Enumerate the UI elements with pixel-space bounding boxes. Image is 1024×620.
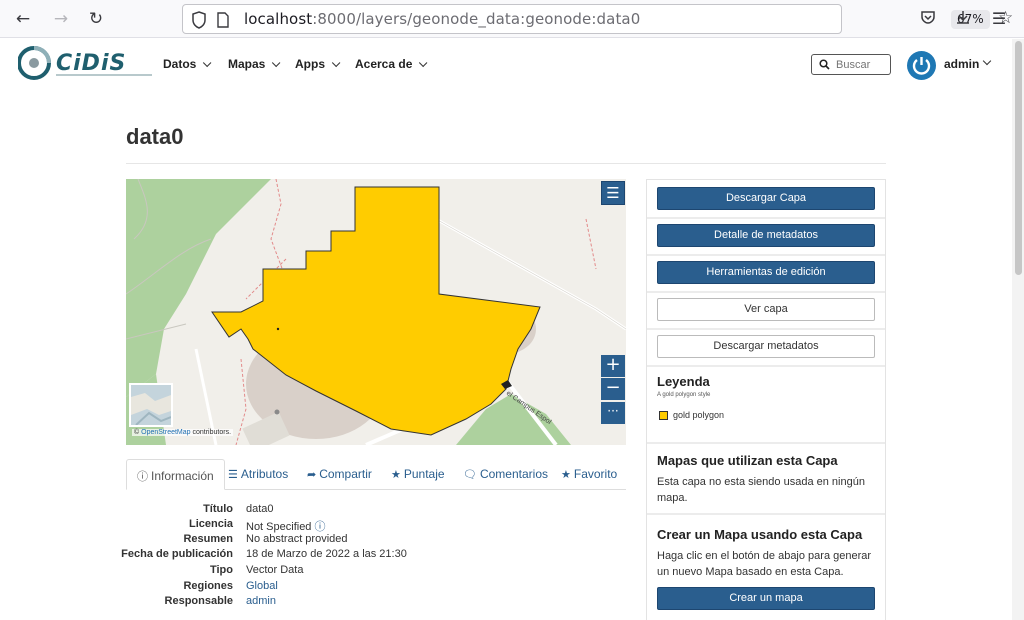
legend-item-label: gold polygon bbox=[673, 410, 725, 420]
pocket-icon[interactable] bbox=[918, 9, 938, 29]
download-metadata-button[interactable]: Descargar metadatos bbox=[657, 335, 875, 358]
tab-favorito[interactable]: ★ Favorito bbox=[561, 459, 617, 490]
divider bbox=[126, 163, 886, 164]
chevron-down-icon[interactable] bbox=[982, 56, 992, 66]
menu-acerca-de[interactable]: Acerca de bbox=[355, 57, 428, 71]
search-box[interactable] bbox=[811, 54, 891, 75]
info-row-tipo: Tipo Vector Data bbox=[209, 564, 304, 576]
create-map-button[interactable]: Crear un mapa bbox=[657, 587, 875, 610]
menu-mapas[interactable]: Mapas bbox=[228, 57, 281, 71]
info-row-resumen: Resumen No abstract provided bbox=[183, 533, 348, 545]
scrollbar-thumb[interactable] bbox=[1015, 41, 1022, 275]
metadata-detail-button[interactable]: Detalle de metadatos bbox=[657, 224, 875, 247]
legend-subtitle: A gold polygon style bbox=[657, 392, 711, 398]
site-navbar: CiDiS Datos Mapas Apps Acerca de admin bbox=[0, 39, 1010, 89]
chevron-down-icon bbox=[272, 58, 281, 68]
basemap-switcher-thumbnail[interactable] bbox=[129, 383, 173, 427]
chevron-down-icon bbox=[203, 58, 212, 68]
divider bbox=[647, 365, 885, 367]
legend-swatch bbox=[659, 411, 668, 420]
downloads-icon[interactable] bbox=[953, 9, 973, 29]
info-row-titulo: Título data0 bbox=[203, 503, 274, 515]
chevron-down-icon bbox=[419, 58, 428, 68]
info-row-licencia: Licencia Not Specified ⓘ bbox=[188, 518, 326, 533]
tab-compartir[interactable]: ➦ Compartir bbox=[307, 459, 372, 490]
map-attribution: © OpenStreetMap contributors. bbox=[132, 429, 234, 436]
layer-tabs: ⓘ Información ☰ Atributos ➦ Compartir ★ Punt… bbox=[126, 459, 626, 490]
page-info-icon[interactable] bbox=[216, 12, 230, 28]
edit-tools-button[interactable]: Herramientas de edición bbox=[657, 261, 875, 284]
regiones-link[interactable]: Global bbox=[246, 580, 278, 592]
url-text: localhost:8000/layers/geonode_data:geono… bbox=[244, 10, 641, 28]
list-icon: ☰ bbox=[228, 469, 238, 481]
layer-sidebar: Descargar Capa Detalle de metadatos Herr… bbox=[646, 179, 886, 620]
create-map-title: Crear un Mapa usando esta Capa bbox=[657, 527, 863, 542]
map-canvas[interactable]: el Campus Espol bbox=[126, 179, 626, 445]
browser-toolbar: ← → ↻ localhost:8000/layers/geonode_data… bbox=[0, 0, 1024, 38]
comment-icon: 🗨 bbox=[463, 469, 477, 481]
info-row-fecha: Fecha de publicación 18 de Marzo de 2022… bbox=[121, 548, 407, 560]
zoom-in-icon[interactable]: + bbox=[601, 355, 625, 377]
tab-puntaje[interactable]: ★ Puntaje bbox=[391, 459, 445, 490]
page-title: data0 bbox=[126, 124, 184, 149]
user-menu-label[interactable]: admin bbox=[944, 57, 979, 71]
openstreetmap-link[interactable]: OpenStreetMap bbox=[141, 429, 190, 436]
tab-informacion[interactable]: ⓘ Información bbox=[126, 459, 225, 490]
reload-icon[interactable]: ↻ bbox=[85, 8, 107, 30]
cidis-logo[interactable]: CiDiS bbox=[18, 42, 158, 84]
star-icon: ★ bbox=[561, 469, 571, 481]
divider bbox=[647, 217, 885, 219]
responsable-link[interactable]: admin bbox=[246, 595, 276, 607]
info-row-responsable: Responsable admin bbox=[164, 595, 276, 607]
address-bar[interactable]: localhost:8000/layers/geonode_data:geono… bbox=[182, 4, 1013, 34]
maps-using-title: Mapas que utilizan esta Capa bbox=[657, 453, 838, 468]
tab-atributos[interactable]: ☰ Atributos bbox=[228, 459, 288, 490]
create-map-text: Haga clic en el botón de abajo para gene… bbox=[657, 550, 872, 578]
share-icon: ➦ bbox=[307, 469, 317, 481]
shield-icon[interactable] bbox=[191, 11, 207, 29]
hamburger-menu-icon[interactable]: ☰ bbox=[989, 9, 1009, 29]
download-layer-button[interactable]: Descargar Capa bbox=[657, 187, 875, 210]
divider bbox=[647, 254, 885, 256]
menu-datos[interactable]: Datos bbox=[163, 57, 212, 71]
more-options-icon[interactable]: ··· bbox=[601, 402, 625, 424]
info-row-regiones: Regiones Global bbox=[183, 580, 278, 592]
search-icon bbox=[819, 59, 830, 70]
page-scrollbar[interactable] bbox=[1012, 39, 1024, 620]
layers-menu-icon[interactable]: ☰ bbox=[601, 181, 625, 205]
power-icon bbox=[912, 57, 931, 75]
back-arrow-icon[interactable]: ← bbox=[12, 8, 34, 30]
forward-arrow-icon[interactable]: → bbox=[50, 8, 72, 30]
avatar[interactable] bbox=[907, 51, 936, 80]
star-icon: ★ bbox=[391, 469, 401, 481]
search-input[interactable] bbox=[836, 57, 888, 72]
divider bbox=[647, 328, 885, 330]
zoom-out-icon[interactable]: − bbox=[601, 378, 625, 400]
view-layer-button[interactable]: Ver capa bbox=[657, 298, 875, 321]
chevron-down-icon bbox=[331, 58, 341, 68]
maps-using-text: Esta capa no esta siendo usada en ningún… bbox=[657, 476, 865, 504]
divider bbox=[647, 291, 885, 293]
divider bbox=[647, 513, 885, 515]
layer-map[interactable]: el Campus Espol ☰ + − ··· © OpenStreetMa… bbox=[126, 179, 626, 445]
tab-comentarios[interactable]: 🗨 Comentarios bbox=[463, 459, 548, 490]
info-circle-icon: ⓘ bbox=[137, 471, 148, 483]
info-circle-icon[interactable]: ⓘ bbox=[315, 521, 326, 533]
legend-title: Leyenda bbox=[657, 374, 710, 389]
svg-text:CiDiS: CiDiS bbox=[56, 51, 126, 76]
menu-apps[interactable]: Apps bbox=[295, 57, 341, 71]
divider bbox=[647, 442, 885, 444]
